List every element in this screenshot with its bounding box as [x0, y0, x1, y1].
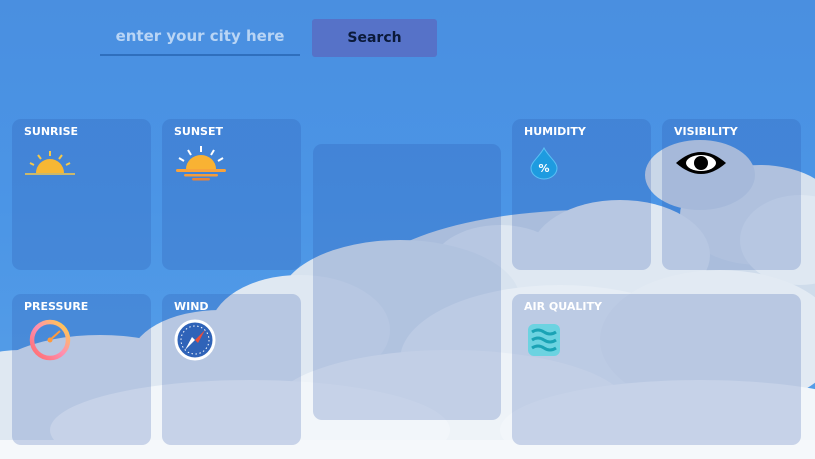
sunrise-title: SUNRISE	[24, 125, 79, 138]
humidity-icon: %	[530, 146, 558, 180]
eye-icon	[676, 152, 726, 174]
gauge-icon	[29, 319, 71, 361]
main-weather-card	[313, 144, 501, 420]
air-quality-title: AIR QUALITY	[524, 300, 602, 313]
sunset-icon	[176, 146, 226, 181]
air-quality-card: AIR QUALITY	[512, 294, 801, 445]
wind-card: WIND	[162, 294, 301, 445]
compass-icon	[174, 319, 216, 361]
pressure-card: PRESSURE	[12, 294, 151, 445]
wind-title: WIND	[174, 300, 209, 313]
air-quality-icon	[528, 324, 560, 356]
sunset-title: SUNSET	[174, 125, 224, 138]
pressure-title: PRESSURE	[24, 300, 89, 313]
sunset-card: SUNSET	[162, 119, 301, 270]
humidity-card: HUMIDITY %	[512, 119, 651, 270]
sunrise-icon	[25, 151, 75, 175]
search-button[interactable]: Search	[312, 19, 437, 57]
sunrise-card: SUNRISE	[12, 119, 151, 270]
weather-app: Search SUNRISE SUNSET	[0, 0, 815, 459]
city-search-input[interactable]	[100, 18, 300, 56]
humidity-title: HUMIDITY	[524, 125, 586, 138]
visibility-title: VISIBILITY	[674, 125, 738, 138]
visibility-card: VISIBILITY	[662, 119, 801, 270]
svg-text:%: %	[538, 162, 549, 175]
